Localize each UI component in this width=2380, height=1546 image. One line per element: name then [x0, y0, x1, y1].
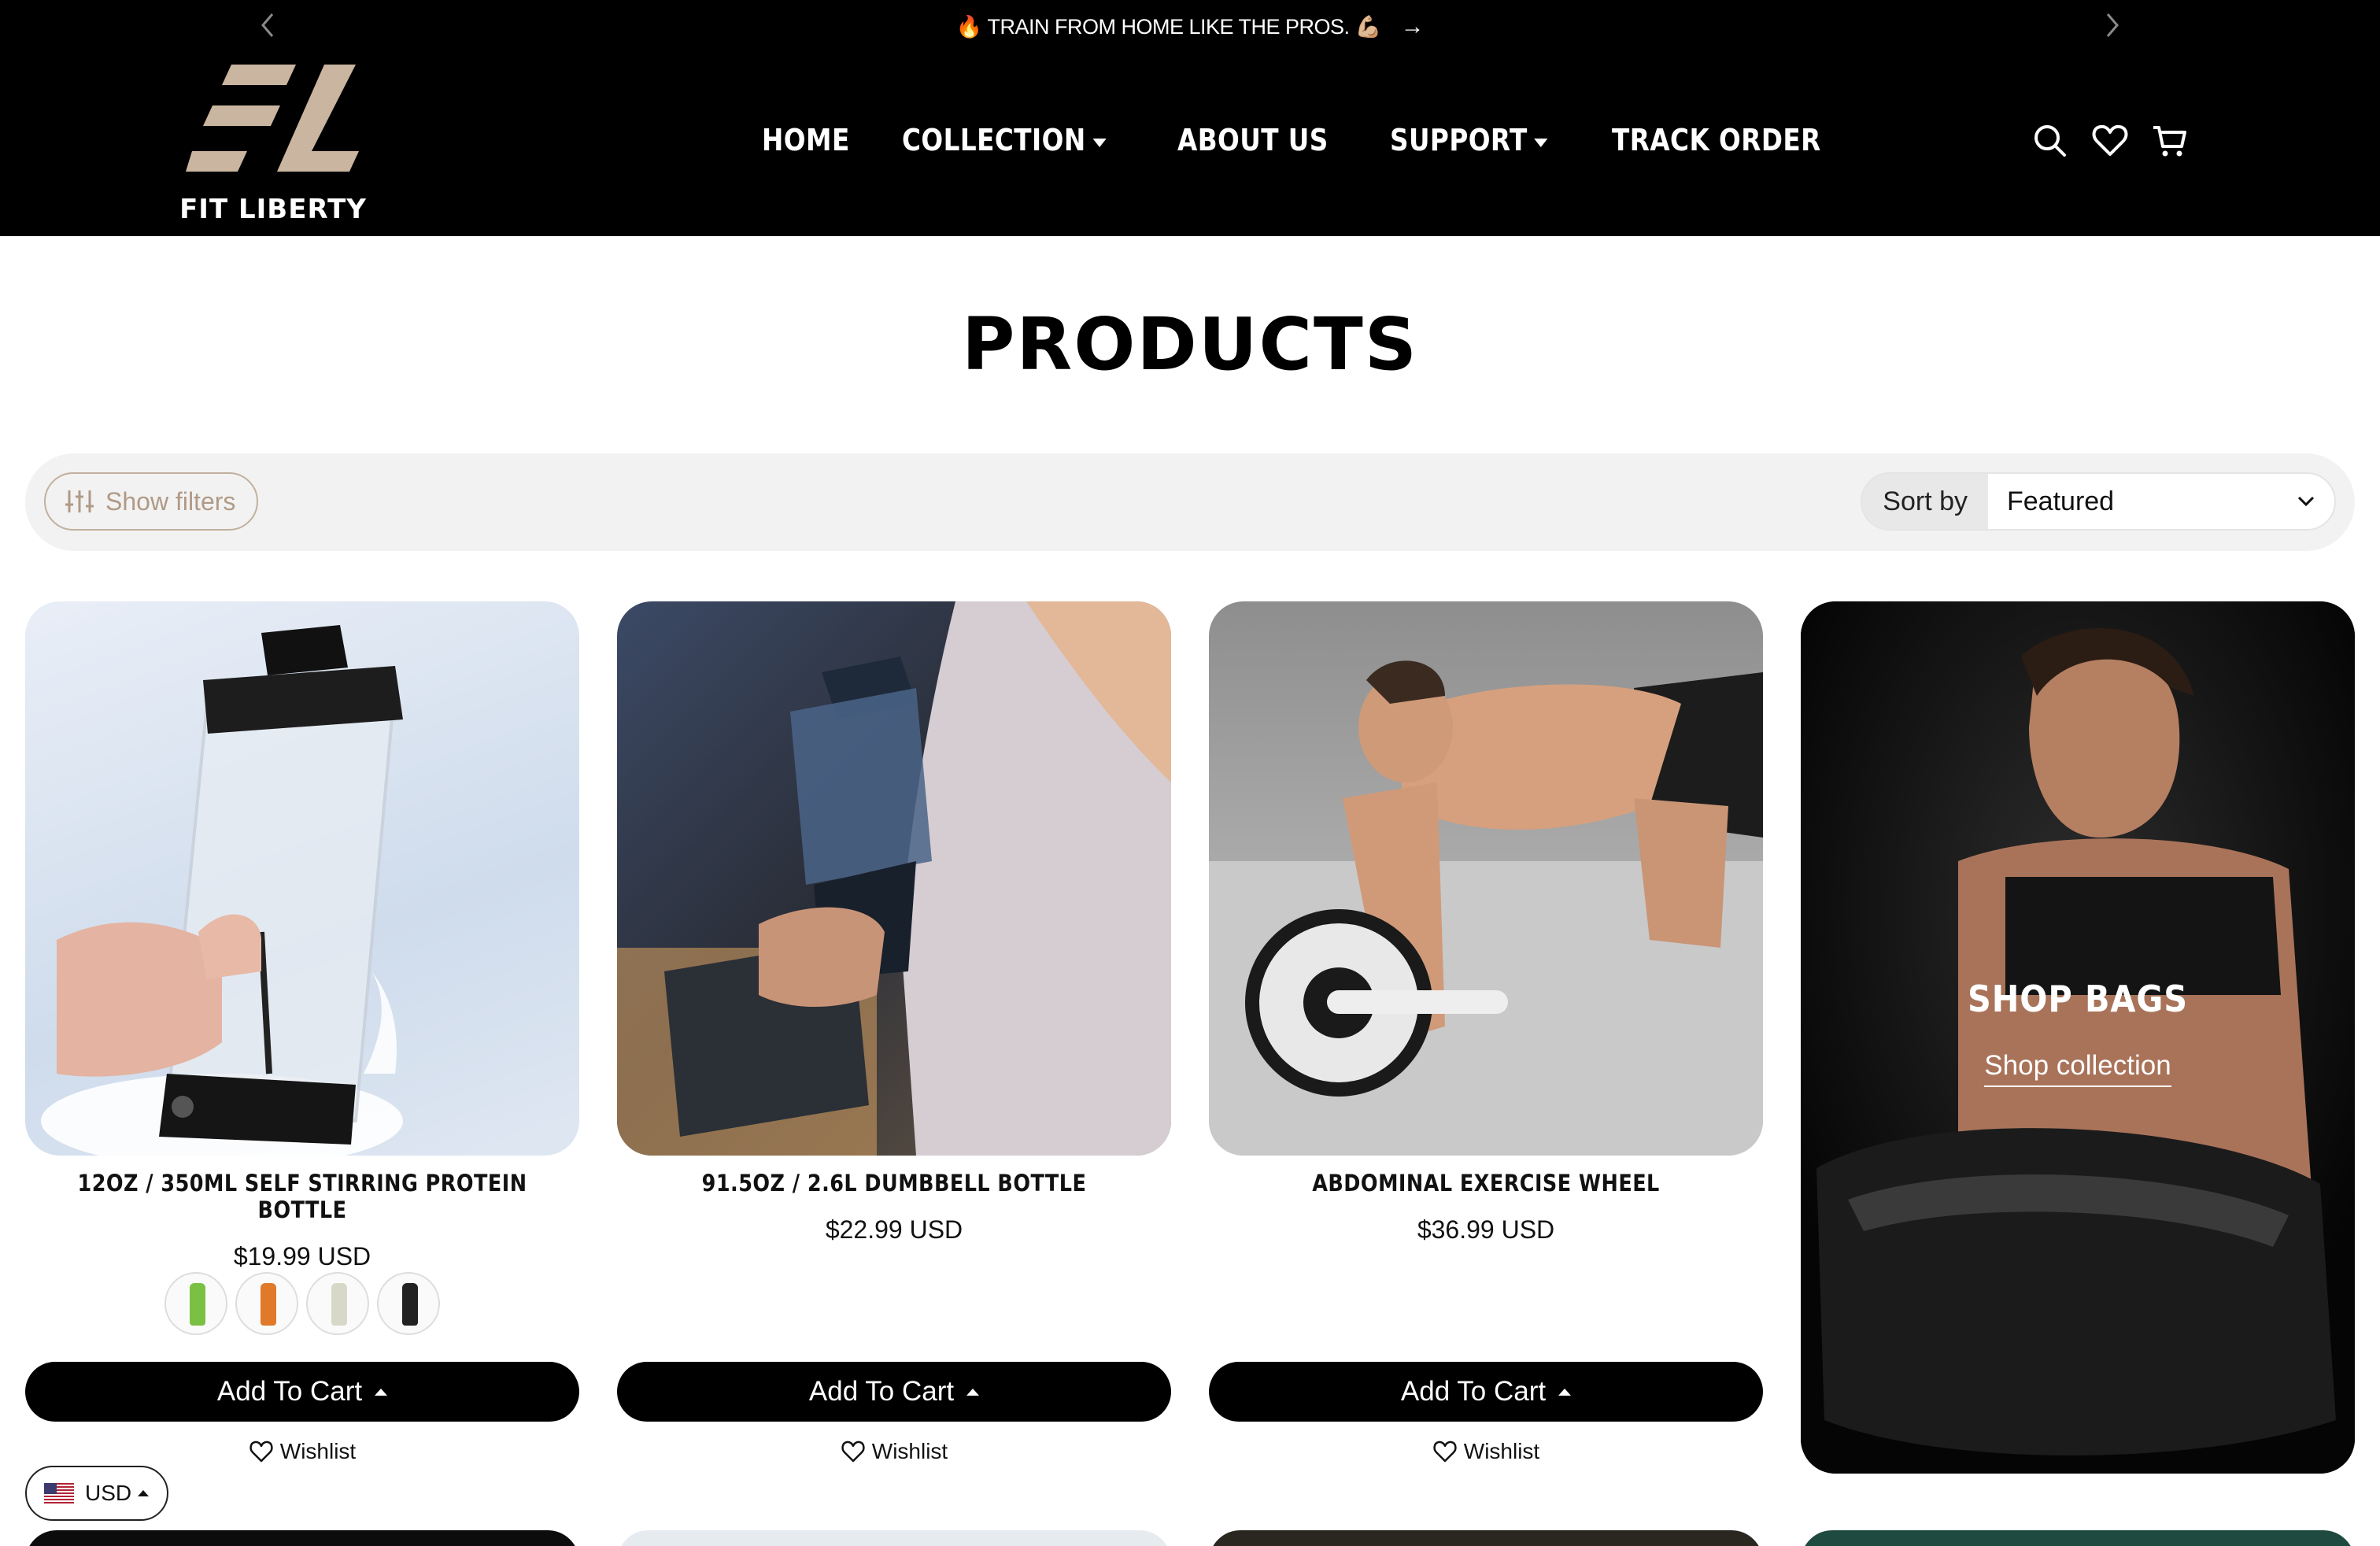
add-to-cart-label: Add To Cart — [808, 1376, 955, 1407]
product-price: $22.99 USD — [825, 1215, 963, 1244]
nav-item-support[interactable]: SUPPORT — [1390, 123, 1549, 157]
announcement-bar[interactable]: 🔥 TRAIN FROM HOME LIKE THE PROS. 💪🏼 → — [0, 11, 2380, 43]
site-logo[interactable]: FIT LIBERTY — [175, 63, 371, 228]
product-title[interactable]: ABDOMINAL EXERCISE WHEEL — [1242, 1170, 1730, 1196]
swatch-white[interactable] — [306, 1272, 369, 1335]
wishlist-label: Wishlist — [279, 1439, 357, 1463]
product-title[interactable]: 91.5OZ / 2.6L DUMBBELL BOTTLE — [650, 1170, 1138, 1196]
caret-up-icon — [1558, 1388, 1572, 1396]
nav-item-label: TRACK ORDER — [1611, 123, 1821, 157]
protein-bottle-illustration — [41, 625, 403, 1156]
swatch-orange[interactable] — [235, 1272, 298, 1335]
heart-icon — [249, 1441, 273, 1463]
sort-label: Sort by — [1862, 474, 1988, 529]
nav-item-track-order[interactable]: TRACK ORDER — [1612, 123, 1821, 157]
add-to-cart-label: Add To Cart — [1400, 1376, 1547, 1407]
caret-up-icon — [375, 1388, 388, 1396]
wishlist-button[interactable]: Wishlist — [1209, 1439, 1763, 1464]
promo-background-image — [1801, 601, 2355, 1474]
cart-icon[interactable] — [2150, 121, 2190, 161]
nav-item-label: SUPPORT — [1390, 123, 1528, 157]
product-title[interactable]: 12OZ / 350ML SELF STIRRING PROTEIN BOTTL… — [58, 1170, 546, 1223]
filter-sliders-icon — [65, 490, 94, 512]
nav-item-home[interactable]: HOME — [762, 123, 850, 157]
logo-text: FIT LIBERTY — [179, 194, 367, 225]
caret-up-icon — [138, 1490, 150, 1496]
nav-item-label: HOME — [762, 123, 850, 157]
page-title: PRODUCTS — [961, 302, 1419, 386]
nav-item-label: COLLECTION — [901, 123, 1086, 157]
heart-icon[interactable] — [2090, 121, 2130, 161]
add-to-cart-button[interactable]: Add To Cart — [617, 1362, 1171, 1422]
search-icon[interactable] — [2031, 121, 2070, 161]
nav-item-about-us[interactable]: ABOUT US — [1177, 123, 1329, 157]
add-to-cart-button[interactable]: Add To Cart — [1209, 1362, 1763, 1422]
product-image[interactable] — [1209, 601, 1763, 1156]
product-card: ABDOMINAL EXERCISE WHEEL $36.99 USD Add … — [1209, 601, 1763, 1463]
product-card-partial[interactable] — [1209, 1530, 1763, 1546]
add-to-cart-label: Add To Cart — [216, 1376, 363, 1407]
filter-bar: Show filters Sort by Featured — [25, 453, 2355, 551]
wishlist-label: Wishlist — [1463, 1439, 1540, 1463]
currency-selector[interactable]: USD — [25, 1466, 168, 1521]
dumbbell-bottle-illustration — [617, 601, 1171, 1156]
promo-tile-shop-bags[interactable]: SHOP BAGS Shop collection — [1801, 601, 2355, 1474]
currency-code: USD — [85, 1481, 132, 1505]
shop-collection-label: Shop collection — [1984, 1050, 2171, 1087]
chevron-right-icon — [2106, 13, 2119, 37]
product-card-partial[interactable] — [1801, 1530, 2355, 1546]
caret-down-icon — [1534, 138, 1549, 147]
wishlist-button[interactable]: Wishlist — [25, 1439, 579, 1464]
nav-item-label: ABOUT US — [1177, 123, 1329, 157]
caret-down-icon — [1092, 138, 1107, 147]
arrow-right-icon: → — [1400, 13, 1425, 39]
promo-title: SHOP BAGS — [1968, 978, 2188, 1020]
product-price: $19.99 USD — [233, 1242, 371, 1270]
swatch-green[interactable] — [164, 1272, 227, 1335]
wishlist-label: Wishlist — [871, 1439, 948, 1463]
swatch-black[interactable] — [377, 1272, 440, 1335]
product-price: $36.99 USD — [1417, 1215, 1555, 1244]
sort-select[interactable]: Featured — [1988, 474, 2334, 529]
color-swatches — [25, 1272, 579, 1335]
sort-value: Featured — [2007, 486, 2115, 516]
sort-control: Sort by Featured — [1861, 472, 2336, 531]
site-header: 🔥 TRAIN FROM HOME LIKE THE PROS. 💪🏼 → FI… — [0, 0, 2380, 236]
product-image[interactable] — [25, 601, 579, 1156]
product-image[interactable] — [617, 601, 1171, 1156]
logo-mark-icon — [186, 65, 359, 172]
wishlist-button[interactable]: Wishlist — [617, 1439, 1171, 1464]
add-to-cart-button[interactable]: Add To Cart — [25, 1362, 579, 1422]
shop-collection-link[interactable]: Shop collection — [1801, 1050, 2355, 1087]
product-card: 91.5OZ / 2.6L DUMBBELL BOTTLE $22.99 USD… — [617, 601, 1171, 1463]
caret-up-icon — [966, 1388, 980, 1396]
heart-icon — [1433, 1441, 1457, 1463]
header-actions — [2031, 121, 2210, 161]
announcement-text: 🔥 TRAIN FROM HOME LIKE THE PROS. 💪🏼 — [955, 15, 1381, 39]
heart-icon — [841, 1441, 865, 1463]
main-navigation: HOME COLLECTION ABOUT US SUPPORT TRACK O… — [762, 118, 1893, 162]
ab-wheel-illustration — [1209, 660, 1763, 1156]
us-flag-icon — [44, 1483, 74, 1503]
product-card: 12OZ / 350ML SELF STIRRING PROTEIN BOTTL… — [25, 601, 579, 1463]
show-filters-label: Show filters — [105, 486, 236, 516]
chevron-down-icon — [2297, 496, 2315, 507]
product-card-partial[interactable] — [25, 1530, 579, 1546]
show-filters-button[interactable]: Show filters — [44, 472, 258, 531]
nav-item-collection[interactable]: COLLECTION — [901, 123, 1107, 157]
announcement-next-button[interactable] — [2097, 9, 2128, 44]
product-card-partial[interactable] — [617, 1530, 1171, 1546]
